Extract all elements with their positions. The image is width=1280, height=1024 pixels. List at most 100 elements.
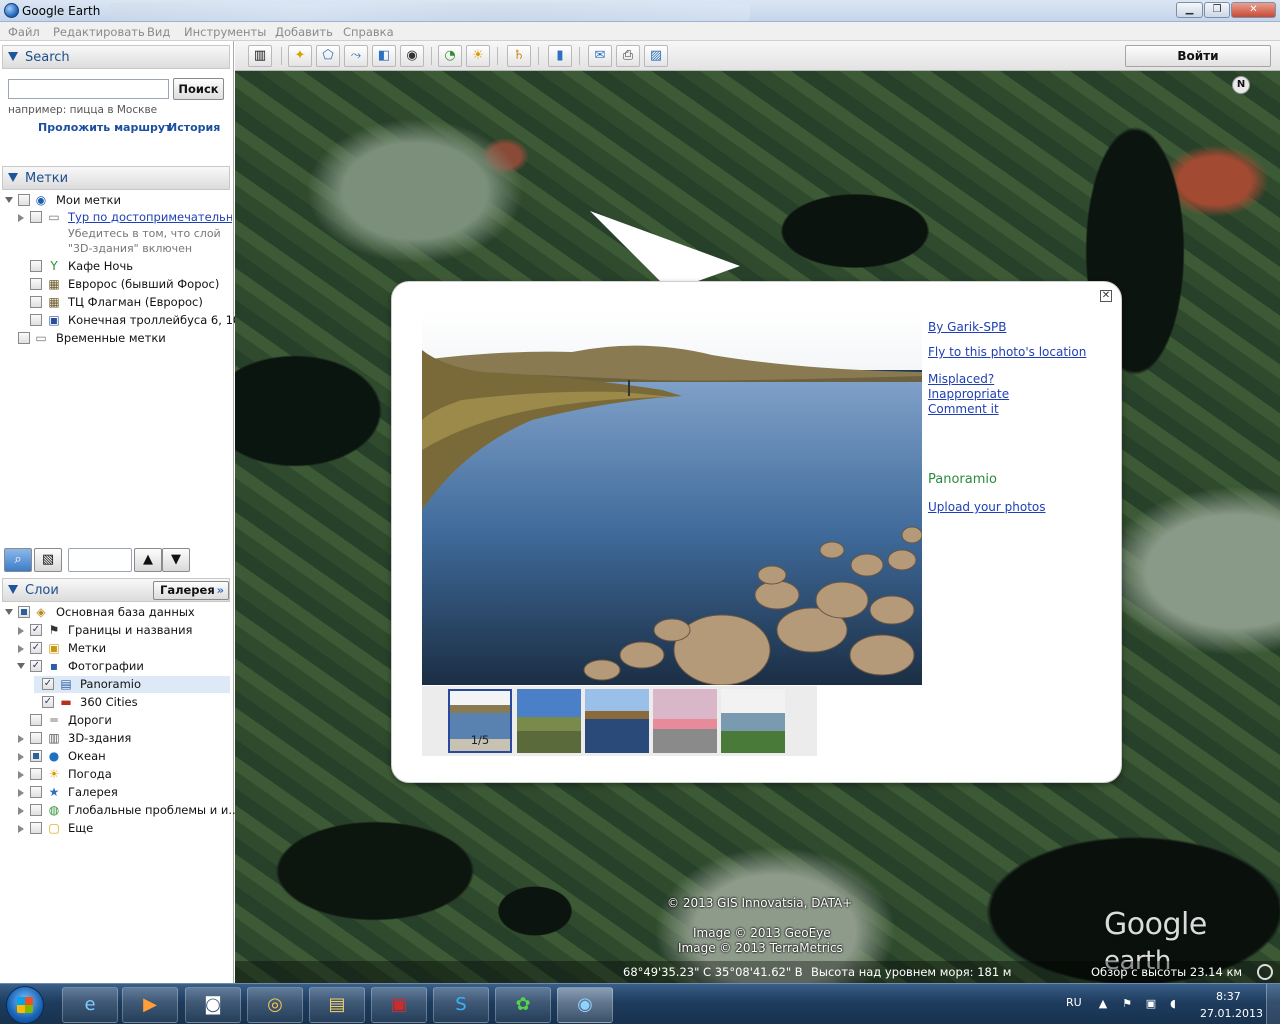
file-explorer-icon[interactable]: ▤ xyxy=(309,987,365,1023)
ruler-button[interactable]: ▮ xyxy=(548,45,572,67)
close-icon[interactable]: ✕ xyxy=(1100,290,1112,302)
google-earth-taskbar-icon[interactable]: ◉ xyxy=(557,987,613,1023)
add-path-button[interactable]: ⤳ xyxy=(344,45,368,67)
move-down-button[interactable]: ▼ xyxy=(162,548,190,572)
menu-file[interactable]: Файл xyxy=(8,25,40,39)
tree-item-layer-selected[interactable]: ▤ Panoramio xyxy=(34,676,230,693)
checkbox[interactable] xyxy=(30,314,42,326)
expand-arrow-icon[interactable] xyxy=(5,197,13,203)
add-overlay-button[interactable]: ◧ xyxy=(372,45,396,67)
checkbox[interactable] xyxy=(30,822,42,834)
show-hidden-icons-arrow-icon[interactable]: ▲ xyxy=(1096,997,1110,1011)
search-toggle-button[interactable]: ⌕ xyxy=(4,548,32,572)
photo-thumbnail[interactable] xyxy=(517,689,581,753)
expand-arrow-icon[interactable] xyxy=(18,825,24,833)
inappropriate-link[interactable]: Inappropriate xyxy=(928,387,1009,401)
hide-sidebar-button[interactable]: ▥ xyxy=(248,45,272,67)
checkbox[interactable] xyxy=(30,660,42,672)
app-launcher-icon[interactable]: ◙ xyxy=(185,987,241,1023)
expand-arrow-icon[interactable] xyxy=(18,789,24,797)
checkbox[interactable] xyxy=(30,296,42,308)
menu-add[interactable]: Добавить xyxy=(275,25,333,39)
panel-toggle-button[interactable]: ▧ xyxy=(34,548,62,572)
show-desktop-button[interactable] xyxy=(1266,984,1280,1024)
compass-north-icon[interactable]: N xyxy=(1232,76,1250,94)
sunlight-button[interactable]: ☀ xyxy=(466,45,490,67)
tree-item-my-places[interactable]: ◉ Мои метки xyxy=(0,192,232,209)
checkbox[interactable] xyxy=(30,786,42,798)
photo-thumbnail[interactable]: 1/5 xyxy=(448,689,512,753)
checkbox[interactable] xyxy=(30,750,42,762)
start-button[interactable] xyxy=(6,986,44,1024)
tree-item-layer[interactable]: ▪ Фотографии xyxy=(0,658,232,675)
tree-item-temp-places[interactable]: ▭ Временные метки xyxy=(0,330,232,347)
checkbox[interactable] xyxy=(30,768,42,780)
tree-item-layer[interactable]: ● Океан xyxy=(0,748,232,765)
expand-arrow-icon[interactable] xyxy=(18,771,24,779)
tree-item-place[interactable]: ▣ Конечная троллейбуса 6, 10 xyxy=(0,312,240,329)
places-panel-header[interactable]: Метки xyxy=(2,166,230,190)
add-placemark-button[interactable]: ✦ xyxy=(288,45,312,67)
checkbox[interactable] xyxy=(30,714,42,726)
chrome-icon[interactable]: ◎ xyxy=(247,987,303,1023)
close-window-button[interactable]: ✕ xyxy=(1231,2,1276,18)
tour-link[interactable]: Тур по достопримечательнос xyxy=(68,209,232,226)
upload-photos-link[interactable]: Upload your photos xyxy=(928,500,1046,514)
menu-edit[interactable]: Редактировать xyxy=(53,25,145,39)
expand-arrow-icon[interactable] xyxy=(18,214,24,222)
tree-item-layer[interactable]: ▣ Метки xyxy=(0,640,232,657)
checkbox[interactable] xyxy=(18,606,30,618)
checkbox[interactable] xyxy=(42,678,54,690)
print-button[interactable]: ⎙ xyxy=(616,45,640,67)
checkbox[interactable] xyxy=(30,642,42,654)
history-link[interactable]: История xyxy=(168,121,220,134)
panoramio-photo[interactable] xyxy=(422,310,922,685)
places-filter-input[interactable] xyxy=(68,548,132,572)
search-button[interactable]: Поиск xyxy=(173,78,224,100)
comment-link[interactable]: Comment it xyxy=(928,402,999,416)
minimize-button[interactable]: ▁ xyxy=(1176,2,1203,18)
tree-item-place[interactable]: Y Кафе Ночь xyxy=(0,258,232,275)
menu-view[interactable]: Вид xyxy=(147,25,170,39)
fly-to-photo-link[interactable]: Fly to this photo's location xyxy=(928,345,1086,359)
search-panel-header[interactable]: Search xyxy=(2,45,230,69)
tree-item-layer[interactable]: ⚑ Границы и названия xyxy=(0,622,232,639)
expand-arrow-icon[interactable] xyxy=(18,627,24,635)
tree-item-tour[interactable]: ▭ Тур по достопримечательнос xyxy=(0,209,232,226)
save-floppy-icon[interactable]: ▣ xyxy=(371,987,427,1023)
layers-panel-header[interactable]: Слои Галерея » xyxy=(2,578,230,602)
network-icon[interactable]: ▣ xyxy=(1144,997,1158,1011)
photo-thumbnail[interactable] xyxy=(653,689,717,753)
historical-imagery-button[interactable]: ◔ xyxy=(438,45,462,67)
language-indicator[interactable]: RU xyxy=(1066,996,1082,1009)
expand-arrow-icon[interactable] xyxy=(5,609,13,615)
menu-help[interactable]: Справка xyxy=(343,25,394,39)
tree-item-layer[interactable]: ◍ Глобальные проблемы и и... xyxy=(0,802,239,819)
checkbox[interactable] xyxy=(30,732,42,744)
panoramio-logo[interactable]: Panoramio xyxy=(928,472,997,487)
photo-author-link[interactable]: By Garik-SPB xyxy=(928,320,1006,334)
checkbox[interactable] xyxy=(30,804,42,816)
sign-in-button[interactable]: Войти xyxy=(1125,45,1271,67)
email-button[interactable]: ✉ xyxy=(588,45,612,67)
clock-time[interactable]: 8:37 xyxy=(1216,990,1241,1003)
checkbox[interactable] xyxy=(18,194,30,206)
checkbox[interactable] xyxy=(30,260,42,272)
expand-arrow-icon[interactable] xyxy=(18,753,24,761)
checkbox[interactable] xyxy=(30,211,42,223)
add-polygon-button[interactable]: ⬠ xyxy=(316,45,340,67)
gallery-button[interactable]: Галерея » xyxy=(153,581,229,600)
planets-button[interactable]: ♄ xyxy=(507,45,531,67)
checkbox[interactable] xyxy=(18,332,30,344)
tree-item-layer[interactable]: ☀ Погода xyxy=(0,766,232,783)
expand-arrow-icon[interactable] xyxy=(18,807,24,815)
menu-tools[interactable]: Инструменты xyxy=(184,25,266,39)
tree-item-layer[interactable]: ▢ Еще xyxy=(0,820,232,837)
maximize-button[interactable]: ❐ xyxy=(1204,2,1230,18)
record-tour-button[interactable]: ◉ xyxy=(400,45,424,67)
action-center-flag-icon[interactable]: ⚑ xyxy=(1120,997,1134,1011)
media-player-icon[interactable]: ▶ xyxy=(122,987,178,1023)
search-input[interactable] xyxy=(8,79,169,99)
icq-flower-icon[interactable]: ✿ xyxy=(495,987,551,1023)
directions-link[interactable]: Проложить маршрут xyxy=(38,121,171,134)
